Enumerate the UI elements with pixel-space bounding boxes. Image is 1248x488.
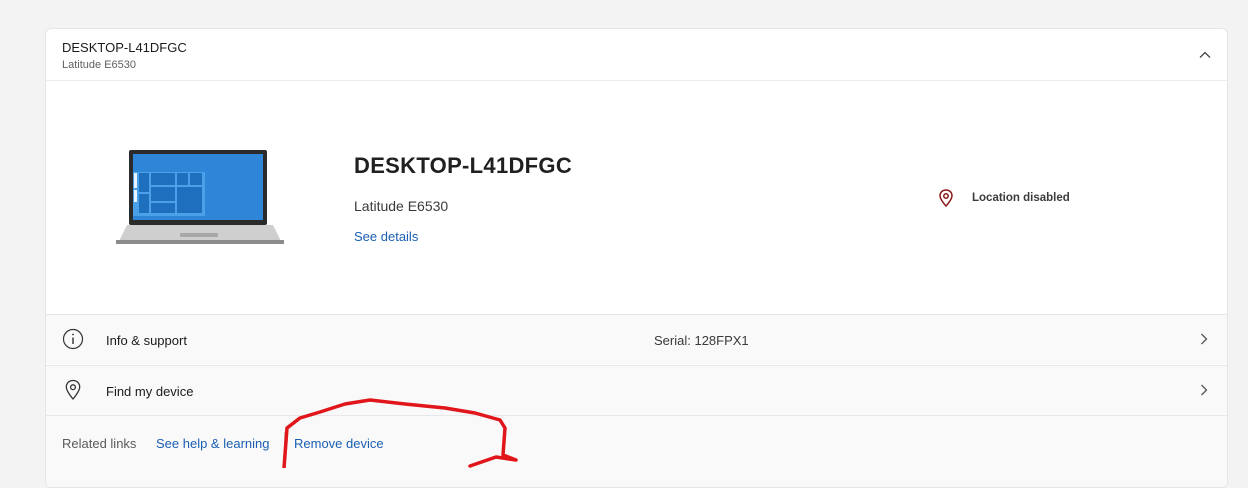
laptop-icon [116, 150, 284, 244]
device-card: DESKTOP-L41DFGC Latitude E6530 DESKTOP-L… [45, 28, 1228, 488]
related-links-bar: Related links See help & learning Remove… [46, 415, 1227, 487]
device-model: Latitude E6530 [354, 198, 449, 214]
find-my-device-row[interactable]: Find my device [46, 365, 1227, 415]
find-my-device-label: Find my device [106, 384, 194, 399]
related-links-label: Related links [62, 436, 137, 451]
header-device-name: DESKTOP-L41DFGC [62, 40, 187, 55]
link-divider [284, 432, 285, 452]
chevron-right-icon [1201, 384, 1208, 396]
info-support-row[interactable]: Info & support Serial: 128FPX1 [46, 314, 1227, 364]
location-pin-icon [939, 189, 953, 208]
chevron-up-icon[interactable] [1197, 47, 1213, 63]
see-details-link[interactable]: See details [354, 229, 418, 244]
see-help-learning-link[interactable]: See help & learning [156, 436, 269, 451]
serial-number: Serial: 128FPX1 [654, 333, 749, 348]
chevron-right-icon [1201, 333, 1208, 345]
location-status: Location disabled [972, 192, 1070, 204]
location-pin-icon [65, 379, 81, 400]
header-device-model: Latitude E6530 [62, 59, 137, 71]
device-card-header[interactable]: DESKTOP-L41DFGC Latitude E6530 [46, 29, 1227, 81]
info-icon [62, 328, 84, 350]
info-support-label: Info & support [106, 333, 187, 348]
remove-device-link[interactable]: Remove device [294, 436, 384, 451]
device-name: DESKTOP-L41DFGC [354, 153, 573, 178]
